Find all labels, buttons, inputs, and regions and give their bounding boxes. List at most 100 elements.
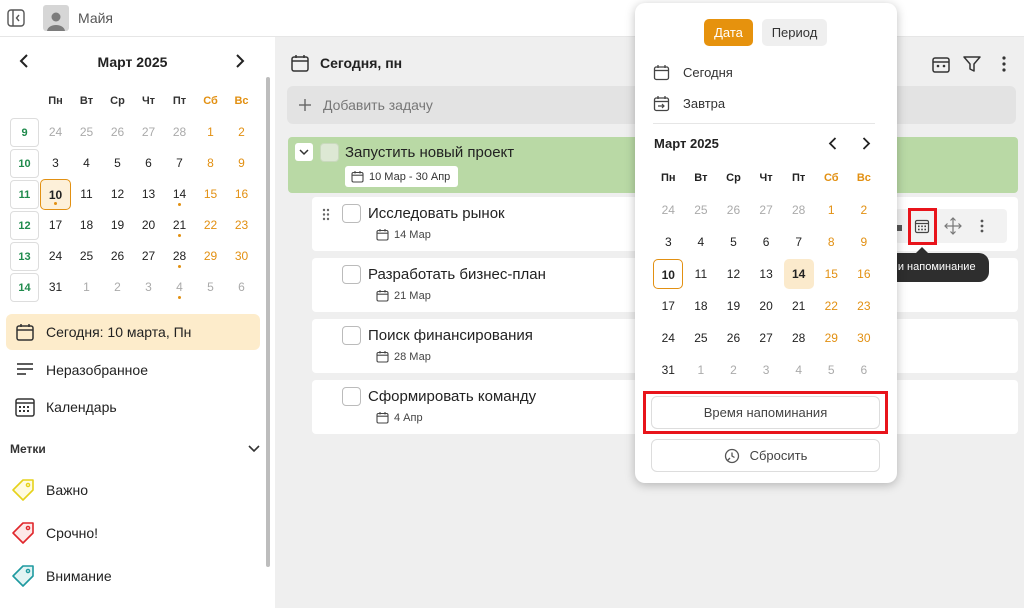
calendar-day[interactable]: 1	[195, 117, 226, 148]
task-date-range[interactable]: 10 Мар - 30 Апр	[345, 166, 459, 187]
calendar-day[interactable]: 22	[195, 210, 226, 241]
chevron-right-icon[interactable]	[860, 135, 872, 151]
calendar-day[interactable]: 26	[102, 117, 133, 148]
calendar-day[interactable]: 19	[717, 290, 750, 322]
calendar-day[interactable]: 22	[815, 290, 848, 322]
calendar-day[interactable]: 17	[40, 210, 71, 241]
calendar-day-today[interactable]: 10	[40, 179, 71, 210]
calendar-day[interactable]: 8	[195, 148, 226, 179]
filter-icon[interactable]	[961, 53, 983, 75]
nav-inbox[interactable]: Неразобранное	[6, 352, 260, 388]
calendar-day[interactable]: 7	[782, 226, 815, 258]
calendar-day[interactable]: 4	[685, 226, 718, 258]
avatar[interactable]	[43, 5, 69, 31]
calendar-day[interactable]: 1	[685, 354, 718, 386]
week-number[interactable]: 10	[10, 149, 39, 178]
calendar-day[interactable]: 6	[750, 226, 783, 258]
calendar-day[interactable]: 3	[652, 226, 685, 258]
calendar-day[interactable]: 15	[815, 258, 848, 290]
calendar-day[interactable]: 30	[226, 241, 257, 272]
sidebar-scrollbar[interactable]	[266, 77, 270, 567]
calendar-day[interactable]: 11	[685, 258, 718, 290]
calendar-day[interactable]: 2	[226, 117, 257, 148]
sidebar-toggle-icon[interactable]	[7, 9, 25, 27]
calendar-day[interactable]: 28	[164, 117, 195, 148]
calendar-day[interactable]: 5	[102, 148, 133, 179]
calendar-day[interactable]: 24	[40, 117, 71, 148]
calendar-day[interactable]: 29	[815, 322, 848, 354]
calendar-day[interactable]: 23	[226, 210, 257, 241]
more-vertical-icon[interactable]	[997, 53, 1011, 75]
task-checkbox[interactable]	[342, 387, 361, 406]
label-item[interactable]: Важно	[10, 475, 260, 505]
tab-period[interactable]: Период	[762, 19, 827, 46]
task-checkbox[interactable]	[342, 265, 361, 284]
labels-header[interactable]: Метки	[10, 439, 260, 459]
task-date[interactable]: 21 Мар	[376, 289, 431, 302]
calendar-day[interactable]: 26	[717, 322, 750, 354]
calendar-view-icon[interactable]	[930, 53, 952, 75]
task-date[interactable]: 14 Мар	[376, 228, 431, 241]
calendar-day[interactable]: 8	[815, 226, 848, 258]
tab-date[interactable]: Дата	[704, 19, 753, 46]
calendar-day[interactable]: 2	[717, 354, 750, 386]
calendar-day[interactable]: 6	[848, 354, 881, 386]
drag-handle-icon[interactable]	[321, 207, 331, 221]
calendar-day[interactable]: 13	[750, 258, 783, 290]
quick-tomorrow[interactable]: Завтра	[653, 91, 725, 115]
calendar-day[interactable]: 21	[164, 210, 195, 241]
calendar-day[interactable]: 18	[685, 290, 718, 322]
calendar-day[interactable]: 28	[782, 322, 815, 354]
calendar-day[interactable]: 5	[195, 272, 226, 303]
task-checkbox[interactable]	[320, 143, 339, 162]
week-number[interactable]: 12	[10, 211, 39, 240]
calendar-day[interactable]: 15	[195, 179, 226, 210]
calendar-day[interactable]: 27	[750, 194, 783, 226]
week-number[interactable]: 14	[10, 273, 39, 302]
calendar-day[interactable]: 3	[133, 272, 164, 303]
calendar-day[interactable]: 17	[652, 290, 685, 322]
calendar-day[interactable]: 25	[685, 322, 718, 354]
calendar-day[interactable]: 25	[71, 241, 102, 272]
calendar-day[interactable]: 25	[685, 194, 718, 226]
calendar-day[interactable]: 23	[848, 290, 881, 322]
calendar-day[interactable]: 5	[717, 226, 750, 258]
calendar-day[interactable]: 5	[815, 354, 848, 386]
calendar-day[interactable]: 26	[102, 241, 133, 272]
calendar-day[interactable]: 2	[848, 194, 881, 226]
calendar-day[interactable]: 11	[71, 179, 102, 210]
calendar-day[interactable]: 27	[133, 241, 164, 272]
calendar-day[interactable]: 7	[164, 148, 195, 179]
calendar-day[interactable]: 31	[40, 272, 71, 303]
move-icon[interactable]	[943, 216, 963, 236]
calendar-day[interactable]: 20	[133, 210, 164, 241]
calendar-day[interactable]: 4	[782, 354, 815, 386]
calendar-day[interactable]: 14	[164, 179, 195, 210]
calendar-day[interactable]: 18	[71, 210, 102, 241]
calendar-day[interactable]: 13	[133, 179, 164, 210]
calendar-day[interactable]: 1	[815, 194, 848, 226]
calendar-day[interactable]: 9	[848, 226, 881, 258]
calendar-day[interactable]: 2	[102, 272, 133, 303]
calendar-day[interactable]: 30	[848, 322, 881, 354]
calendar-day[interactable]: 28	[782, 194, 815, 226]
calendar-day[interactable]: 27	[750, 322, 783, 354]
week-number[interactable]: 11	[10, 180, 39, 209]
chevron-right-icon[interactable]	[233, 53, 247, 69]
calendar-day[interactable]: 29	[195, 241, 226, 272]
calendar-day[interactable]: 31	[652, 354, 685, 386]
reset-button[interactable]: Сбросить	[651, 439, 880, 472]
calendar-day[interactable]: 28	[164, 241, 195, 272]
calendar-day[interactable]: 12	[102, 179, 133, 210]
label-item[interactable]: Внимание	[10, 561, 260, 591]
calendar-day[interactable]: 26	[717, 194, 750, 226]
task-date[interactable]: 4 Апр	[376, 411, 423, 424]
label-item[interactable]: Срочно!	[10, 518, 260, 548]
calendar-day-selected[interactable]: 14	[783, 259, 814, 289]
calendar-day[interactable]: 20	[750, 290, 783, 322]
task-checkbox[interactable]	[342, 204, 361, 223]
collapse-chevron-icon[interactable]	[295, 143, 313, 161]
calendar-day[interactable]: 3	[40, 148, 71, 179]
calendar-day[interactable]: 19	[102, 210, 133, 241]
calendar-day[interactable]: 9	[226, 148, 257, 179]
